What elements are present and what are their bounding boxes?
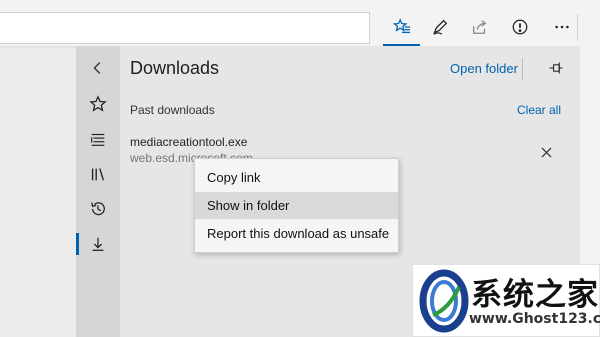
download-filename[interactable]: mediacreationtool.exe [130, 135, 247, 149]
downloads-icon[interactable] [83, 229, 113, 259]
pin-icon[interactable] [544, 56, 568, 80]
back-chevron-icon[interactable] [83, 53, 113, 83]
browser-toolbar [0, 0, 600, 46]
address-bar[interactable] [0, 12, 370, 44]
page-content [0, 46, 76, 337]
reading-list-icon[interactable] [83, 124, 113, 154]
more-icon[interactable] [548, 13, 576, 41]
share-icon[interactable] [466, 13, 494, 41]
hub-rail [76, 46, 120, 337]
books-icon[interactable] [83, 159, 113, 189]
close-icon[interactable] [536, 142, 556, 162]
feedback-icon[interactable] [506, 13, 534, 41]
history-icon[interactable] [83, 194, 113, 224]
past-downloads-label: Past downloads [130, 103, 215, 117]
active-indicator [76, 233, 79, 255]
favorites-hub-icon[interactable] [388, 13, 416, 41]
watermark: 系统之家 www.Ghost123.com [412, 264, 600, 337]
menu-item-show-in-folder[interactable]: Show in folder [195, 192, 398, 219]
menu-item-copy-link[interactable]: Copy link [195, 164, 398, 191]
context-menu: Copy link Show in folder Report this dow… [194, 158, 399, 253]
menu-item-report-unsafe[interactable]: Report this download as unsafe [195, 220, 398, 247]
watermark-title: 系统之家 [471, 277, 599, 313]
open-folder-link[interactable]: Open folder [450, 61, 518, 76]
page-edge [0, 46, 76, 48]
favorites-star-icon[interactable] [83, 89, 113, 119]
pin-divider [522, 58, 523, 80]
pen-icon[interactable] [426, 13, 454, 41]
watermark-url: www.Ghost123.com [469, 311, 600, 327]
watermark-logo [419, 269, 469, 333]
panel-title: Downloads [130, 58, 220, 78]
toolbar-divider [577, 14, 578, 40]
clear-all-link[interactable]: Clear all [517, 103, 561, 117]
